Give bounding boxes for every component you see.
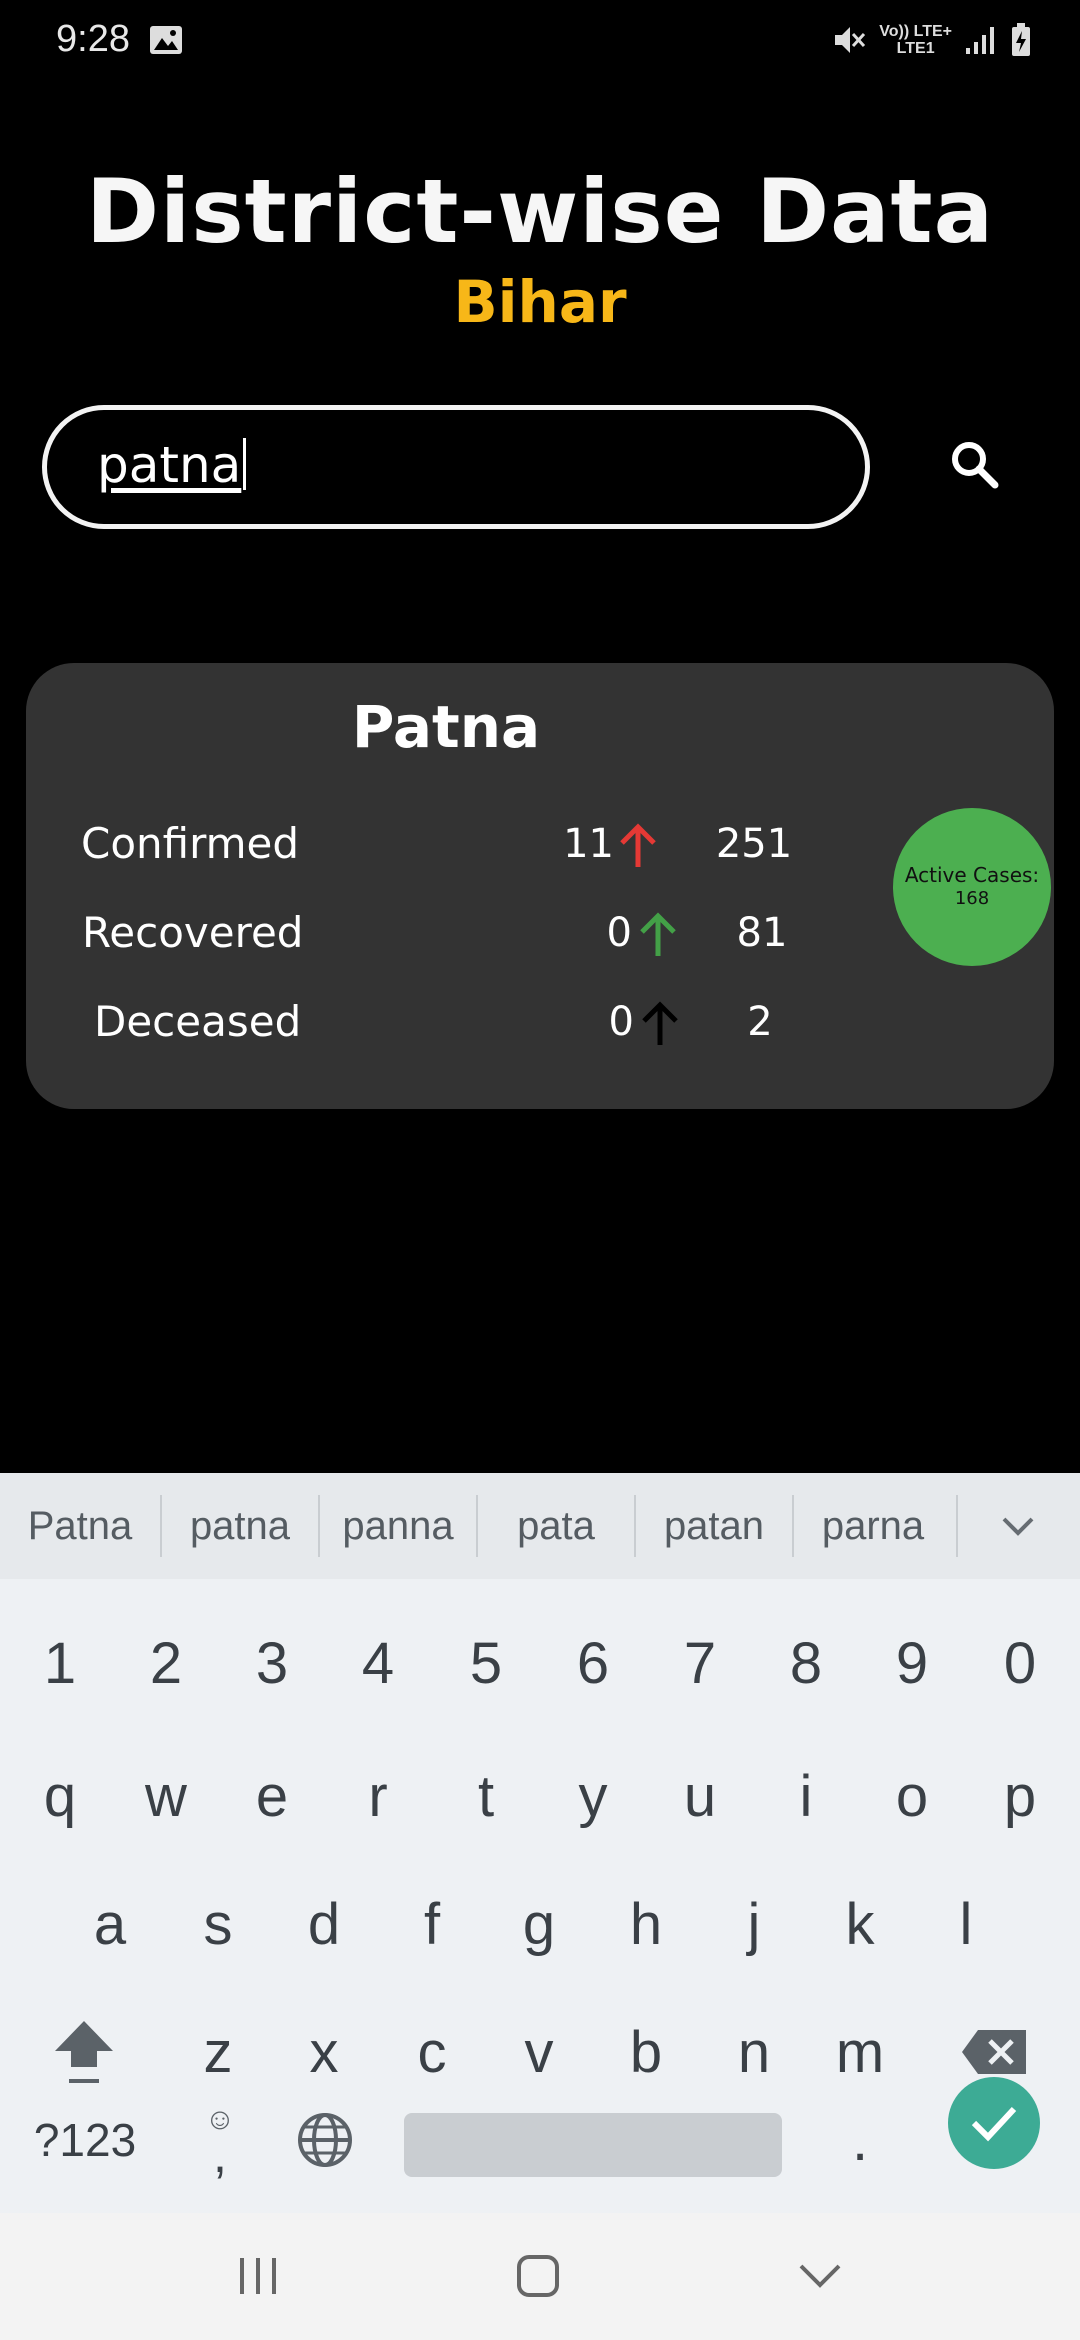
home-button[interactable]	[498, 2243, 578, 2309]
suggestion-strip: Patna patna panna pata patan parna	[0, 1473, 1080, 1579]
recovered-total: 81	[736, 910, 788, 956]
deceased-label: Deceased	[94, 997, 302, 1046]
confirmed-total: 251	[715, 821, 793, 867]
key-q[interactable]: q	[12, 1741, 108, 1851]
confirmed-label: Confirmed	[81, 819, 300, 868]
spacebar[interactable]	[404, 2113, 782, 2177]
navigation-bar	[0, 2213, 1080, 2340]
key-n[interactable]: n	[706, 1997, 802, 2107]
key-o[interactable]: o	[864, 1741, 960, 1851]
chevron-down-icon	[1002, 1517, 1034, 1536]
key-u[interactable]: u	[652, 1741, 748, 1851]
gallery-notification-icon	[150, 26, 182, 54]
key-7[interactable]: 7	[652, 1613, 748, 1713]
search-button[interactable]	[940, 430, 1010, 500]
key-l[interactable]: l	[918, 1869, 1014, 1979]
key-r[interactable]: r	[330, 1741, 426, 1851]
recovered-up-arrow-icon	[640, 912, 676, 956]
status-icons: Vo)) LTE+ LTE1	[831, 18, 1032, 62]
key-2[interactable]: 2	[118, 1613, 214, 1713]
confirmed-up-arrow-icon	[620, 823, 656, 867]
chevron-down-icon	[799, 2264, 841, 2288]
active-cases-label: Active Cases:	[904, 863, 1040, 887]
suggestion-item[interactable]: patna	[162, 1473, 318, 1579]
key-s[interactable]: s	[170, 1869, 266, 1979]
key-t[interactable]: t	[438, 1741, 534, 1851]
suggestion-item[interactable]: patan	[636, 1473, 792, 1579]
key-8[interactable]: 8	[758, 1613, 854, 1713]
mute-icon	[835, 27, 866, 53]
network-type-top: Vo)) LTE+	[879, 23, 952, 40]
search-icon	[952, 442, 999, 489]
confirmed-delta: 11	[563, 821, 614, 867]
comma-label: ,	[213, 2127, 227, 2183]
key-9[interactable]: 9	[864, 1613, 960, 1713]
text-cursor	[243, 438, 247, 490]
period-key[interactable]: .	[820, 2085, 900, 2195]
key-5[interactable]: 5	[438, 1613, 534, 1713]
key-f[interactable]: f	[384, 1869, 480, 1979]
signal-icon	[966, 27, 994, 54]
done-key[interactable]	[948, 2077, 1040, 2169]
key-4[interactable]: 4	[330, 1613, 426, 1713]
key-k[interactable]: k	[812, 1869, 908, 1979]
search-input[interactable]: patna	[97, 436, 247, 494]
district-name: Patna	[351, 693, 541, 761]
back-button[interactable]	[780, 2243, 860, 2309]
suggestion-item[interactable]: panna	[320, 1473, 476, 1579]
key-c[interactable]: c	[384, 1997, 480, 2107]
recovered-delta: 0	[606, 910, 632, 956]
key-w[interactable]: w	[118, 1741, 214, 1851]
key-b[interactable]: b	[598, 1997, 694, 2107]
deceased-total: 2	[747, 999, 773, 1045]
active-cases-badge: Active Cases: 168	[893, 808, 1051, 966]
symbols-key[interactable]: ?123	[20, 2085, 150, 2195]
district-card: Patna Confirmed 11 251 Recovered 0 81 De…	[26, 663, 1054, 1109]
shift-icon	[55, 2021, 113, 2083]
comma-key[interactable]: ☺ ,	[180, 2085, 260, 2195]
key-p[interactable]: p	[972, 1741, 1068, 1851]
battery-icon	[1012, 23, 1030, 56]
key-a[interactable]: a	[62, 1869, 158, 1979]
recovered-label: Recovered	[82, 908, 304, 957]
key-h[interactable]: h	[598, 1869, 694, 1979]
page-title: District-wise Data	[85, 160, 994, 263]
soft-keyboard: Patna patna panna pata patan parna 1 2 3…	[0, 1473, 1080, 2213]
active-cases-value: 168	[954, 888, 990, 909]
key-3[interactable]: 3	[224, 1613, 320, 1713]
key-6[interactable]: 6	[545, 1613, 641, 1713]
network-type-label: Vo)) LTE+ LTE1	[879, 23, 952, 57]
key-g[interactable]: g	[491, 1869, 587, 1979]
suggestion-item[interactable]: pata	[478, 1473, 634, 1579]
language-key[interactable]	[280, 2085, 370, 2195]
suggestion-item[interactable]: parna	[794, 1473, 952, 1579]
key-i[interactable]: i	[758, 1741, 854, 1851]
status-bar: 9:28 Vo)) LTE+ LTE1	[0, 0, 1080, 84]
search-input-value: patna	[97, 436, 242, 494]
status-time: 9:28	[56, 18, 130, 60]
expand-suggestions-button[interactable]	[958, 1473, 1078, 1579]
key-1[interactable]: 1	[12, 1613, 108, 1713]
key-d[interactable]: d	[276, 1869, 372, 1979]
checkmark-icon	[971, 2106, 1017, 2142]
key-y[interactable]: y	[545, 1741, 641, 1851]
key-j[interactable]: j	[706, 1869, 802, 1979]
home-icon	[517, 2255, 559, 2297]
recent-apps-icon	[240, 2258, 276, 2294]
state-name: Bihar	[453, 268, 627, 336]
district-search-field[interactable]: patna	[42, 405, 870, 529]
deceased-delta: 0	[608, 999, 634, 1045]
deceased-up-arrow-icon	[642, 1001, 678, 1045]
globe-icon	[298, 2113, 352, 2167]
network-type-bottom: LTE1	[896, 40, 935, 57]
key-0[interactable]: 0	[972, 1613, 1068, 1713]
key-v[interactable]: v	[491, 1997, 587, 2107]
recent-apps-button[interactable]	[218, 2243, 298, 2309]
backspace-icon	[962, 2030, 1026, 2074]
key-e[interactable]: e	[224, 1741, 320, 1851]
suggestion-item[interactable]: Patna	[0, 1473, 160, 1579]
